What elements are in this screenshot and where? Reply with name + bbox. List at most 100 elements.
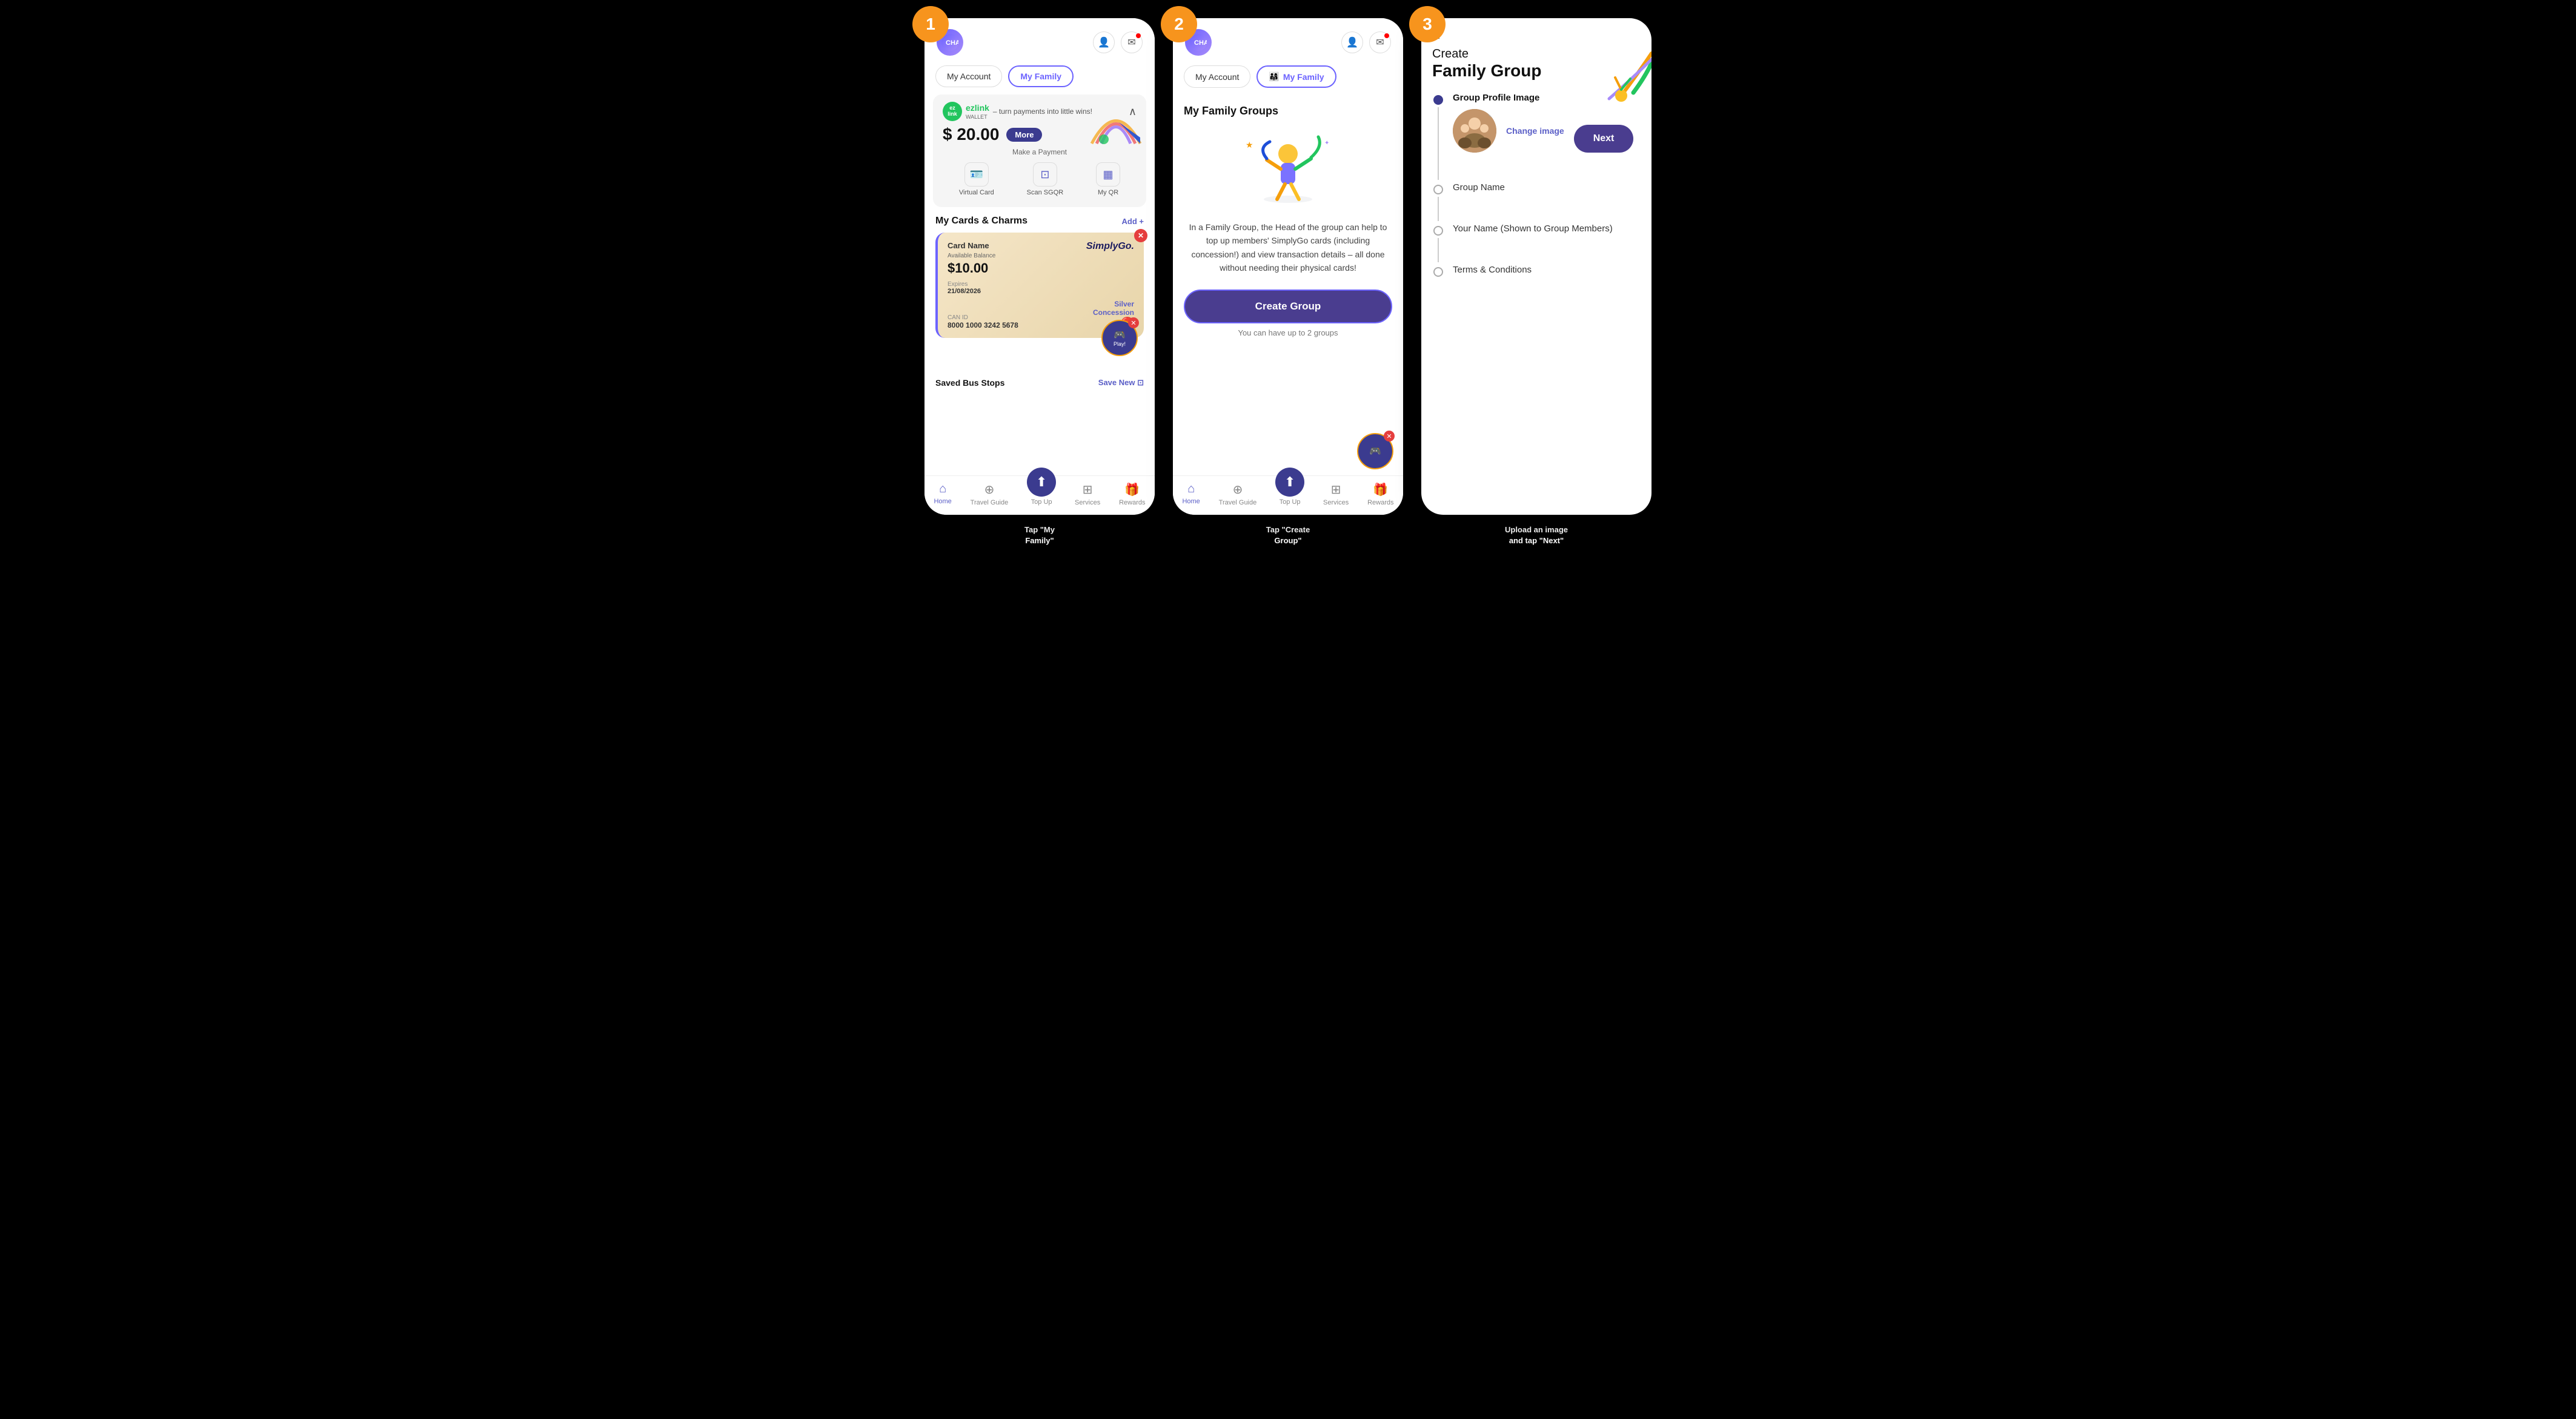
- s2-compass-icon: ⊕: [1233, 482, 1243, 497]
- nav-services-1[interactable]: ⊞ Services: [1075, 482, 1100, 506]
- home-icon: ⌂: [939, 482, 946, 496]
- s2-tab-my-account[interactable]: My Account: [1184, 65, 1250, 88]
- nav-rewards-1[interactable]: 🎁 Rewards: [1119, 482, 1145, 506]
- tl-item-1: Group Profile Image: [1433, 93, 1639, 180]
- ezlink-logo-circle: ezlink: [943, 102, 962, 121]
- s2-nav-rewards[interactable]: 🎁 Rewards: [1367, 482, 1393, 506]
- change-image-btn[interactable]: Change image: [1506, 126, 1564, 136]
- ezlink-logo: ezlink ezlink WALLET – turn payments int…: [943, 102, 1092, 121]
- svg-text:★: ★: [1246, 140, 1253, 150]
- grid-icon: ⊞: [1083, 482, 1093, 497]
- bottom-nav-1: ⌂ Home ⊕ Travel Guide ⬆ Top Up ⊞ Service…: [925, 475, 1155, 515]
- close-play-btn[interactable]: ✕: [1128, 317, 1139, 328]
- s2-play-area: ✕ 🎮 Home: [1173, 433, 1403, 475]
- tl-line-2: [1433, 182, 1443, 221]
- notification-dot: [1136, 33, 1141, 38]
- group-name-section: Group Name: [1453, 182, 1505, 221]
- family-icon-tab: 👨‍👩‍👧: [1269, 71, 1279, 82]
- terms-section: Terms & Conditions: [1453, 265, 1532, 277]
- mail-icon[interactable]: ✉: [1121, 31, 1143, 53]
- save-new-btn[interactable]: Save New ⊡: [1098, 378, 1144, 388]
- s2-tab-my-family[interactable]: 👨‍👩‍👧 My Family: [1256, 65, 1336, 88]
- tl-line-4: [1433, 265, 1443, 277]
- step1-number: 1: [912, 6, 949, 42]
- card-name-group: Card Name Available Balance $10.00: [948, 241, 995, 277]
- profile-icon[interactable]: 👤: [1093, 31, 1115, 53]
- step1-wrapper: 1 CHA 👤 ✉: [925, 18, 1155, 550]
- topup-icon: ⬆: [1027, 468, 1056, 497]
- s2-tab-row: My Account 👨‍👩‍👧 My Family: [1173, 62, 1403, 95]
- saved-bus-row: Saved Bus Stops Save New ⊡: [925, 368, 1155, 391]
- family-description: In a Family Group, the Head of the group…: [1184, 220, 1392, 275]
- scan-sgqr-btn[interactable]: ⊡ Scan SGQR: [1027, 162, 1064, 196]
- s2-body: My Family Groups: [1173, 95, 1403, 433]
- s2-play-badge[interactable]: ✕ 🎮 Home: [1357, 433, 1393, 469]
- tl-item-3: Your Name (Shown to Group Members): [1433, 223, 1639, 262]
- max-groups-note: You can have up to 2 groups: [1184, 328, 1392, 337]
- tl-dot-3: [1433, 226, 1443, 236]
- tl-item-4: Terms & Conditions: [1433, 265, 1639, 277]
- screens-container: 1 CHA 👤 ✉: [925, 18, 1651, 550]
- scan-icon: ⊡: [1033, 162, 1057, 187]
- s2-notification-dot: [1384, 33, 1389, 38]
- s3-form: Group Profile Image: [1421, 87, 1651, 515]
- terms-label: Terms & Conditions: [1453, 265, 1532, 275]
- balance-amount: $ 20.00: [943, 125, 999, 144]
- s2-nav-home[interactable]: ⌂ Home: [1182, 482, 1200, 506]
- tl-item-2: Group Name: [1433, 182, 1639, 221]
- my-qr-btn[interactable]: ▦ My QR: [1096, 162, 1120, 196]
- more-button[interactable]: More: [1006, 128, 1042, 142]
- qr-icon: ▦: [1096, 162, 1120, 187]
- cards-title: My Cards & Charms: [935, 216, 1027, 227]
- annotation-3: Upload an image and tap "Next": [1497, 521, 1576, 550]
- svg-text:CHA: CHA: [1194, 39, 1207, 47]
- pimg-row: ✕ Change image Next: [1453, 109, 1633, 153]
- s2-grid-icon: ⊞: [1331, 482, 1341, 497]
- screen2-phone: CHA 👤 ✉ My Account 👨‍👩‍👧 My Family: [1173, 18, 1403, 515]
- svg-text:CHA: CHA: [946, 39, 958, 47]
- s2-gift-icon: 🎁: [1373, 482, 1388, 497]
- virtual-card-btn[interactable]: 🪪 Virtual Card: [959, 162, 994, 196]
- next-button[interactable]: Next: [1574, 125, 1634, 153]
- s2-mail-icon[interactable]: ✉: [1369, 31, 1391, 53]
- bottom-nav-2: ⌂ Home ⊕ Travel Guide ⬆ Top Up ⊞ Service…: [1173, 475, 1403, 515]
- s2-header-icons: 👤 ✉: [1341, 31, 1391, 53]
- add-button[interactable]: Add +: [1122, 217, 1144, 226]
- tl-connector-1: [1438, 107, 1439, 180]
- nav-topup-1[interactable]: ⬆ Top Up: [1027, 482, 1056, 506]
- tab-my-family[interactable]: My Family: [1008, 65, 1074, 87]
- payment-icons-row: 🪪 Virtual Card ⊡ Scan SGQR ▦ My QR: [943, 159, 1137, 200]
- header-icons: 👤 ✉: [1093, 31, 1143, 53]
- s2-profile-icon[interactable]: 👤: [1341, 31, 1363, 53]
- s2-close-play-btn[interactable]: ✕: [1384, 431, 1395, 442]
- delete-card-btn[interactable]: ✕: [1134, 229, 1147, 242]
- tl-dot-2: [1433, 185, 1443, 194]
- expires-section: Expires 21/08/2026: [948, 281, 1134, 295]
- svg-text:✦: ✦: [1324, 140, 1329, 147]
- card-visual: Card Name Available Balance $10.00 Simpl…: [935, 233, 1144, 338]
- tl-connector-2: [1438, 197, 1439, 221]
- nav-home-1[interactable]: ⌂ Home: [934, 482, 951, 506]
- tl-dot-1: [1433, 95, 1443, 105]
- step3-wrapper: 3 < Create Family Group: [1421, 18, 1651, 550]
- s1-header: CHA 👤 ✉: [925, 18, 1155, 62]
- game-icon: 🎮: [1114, 329, 1126, 341]
- tl-dot-4: [1433, 267, 1443, 277]
- s2-nav-services[interactable]: ⊞ Services: [1323, 482, 1349, 506]
- s2-home-icon: ⌂: [1187, 482, 1195, 496]
- s2-nav-topup[interactable]: ⬆ Top Up: [1275, 482, 1304, 506]
- cards-section: My Cards & Charms Add + Card Name Availa…: [925, 207, 1155, 338]
- rainbow-decoration: [1086, 104, 1140, 141]
- saved-bus-label: Saved Bus Stops: [935, 378, 1004, 388]
- card-name-row: Card Name Available Balance $10.00 Simpl…: [948, 241, 1134, 277]
- play-badge[interactable]: ✕ 🎮 Play!: [1101, 320, 1138, 356]
- s2-nav-travel[interactable]: ⊕ Travel Guide: [1219, 482, 1257, 506]
- tab-my-account[interactable]: My Account: [935, 65, 1002, 87]
- illustration-area: ★ ✦: [1184, 130, 1392, 208]
- create-group-button[interactable]: Create Group: [1184, 289, 1392, 323]
- can-section: CAN ID 8000 1000 3242 5678: [948, 314, 1018, 329]
- s2-header: CHA 👤 ✉: [1173, 18, 1403, 62]
- s3-header-area: Create Family Group: [1421, 47, 1651, 87]
- nav-travel-1[interactable]: ⊕ Travel Guide: [971, 482, 1009, 506]
- ezlink-name-group: ezlink WALLET: [966, 103, 989, 120]
